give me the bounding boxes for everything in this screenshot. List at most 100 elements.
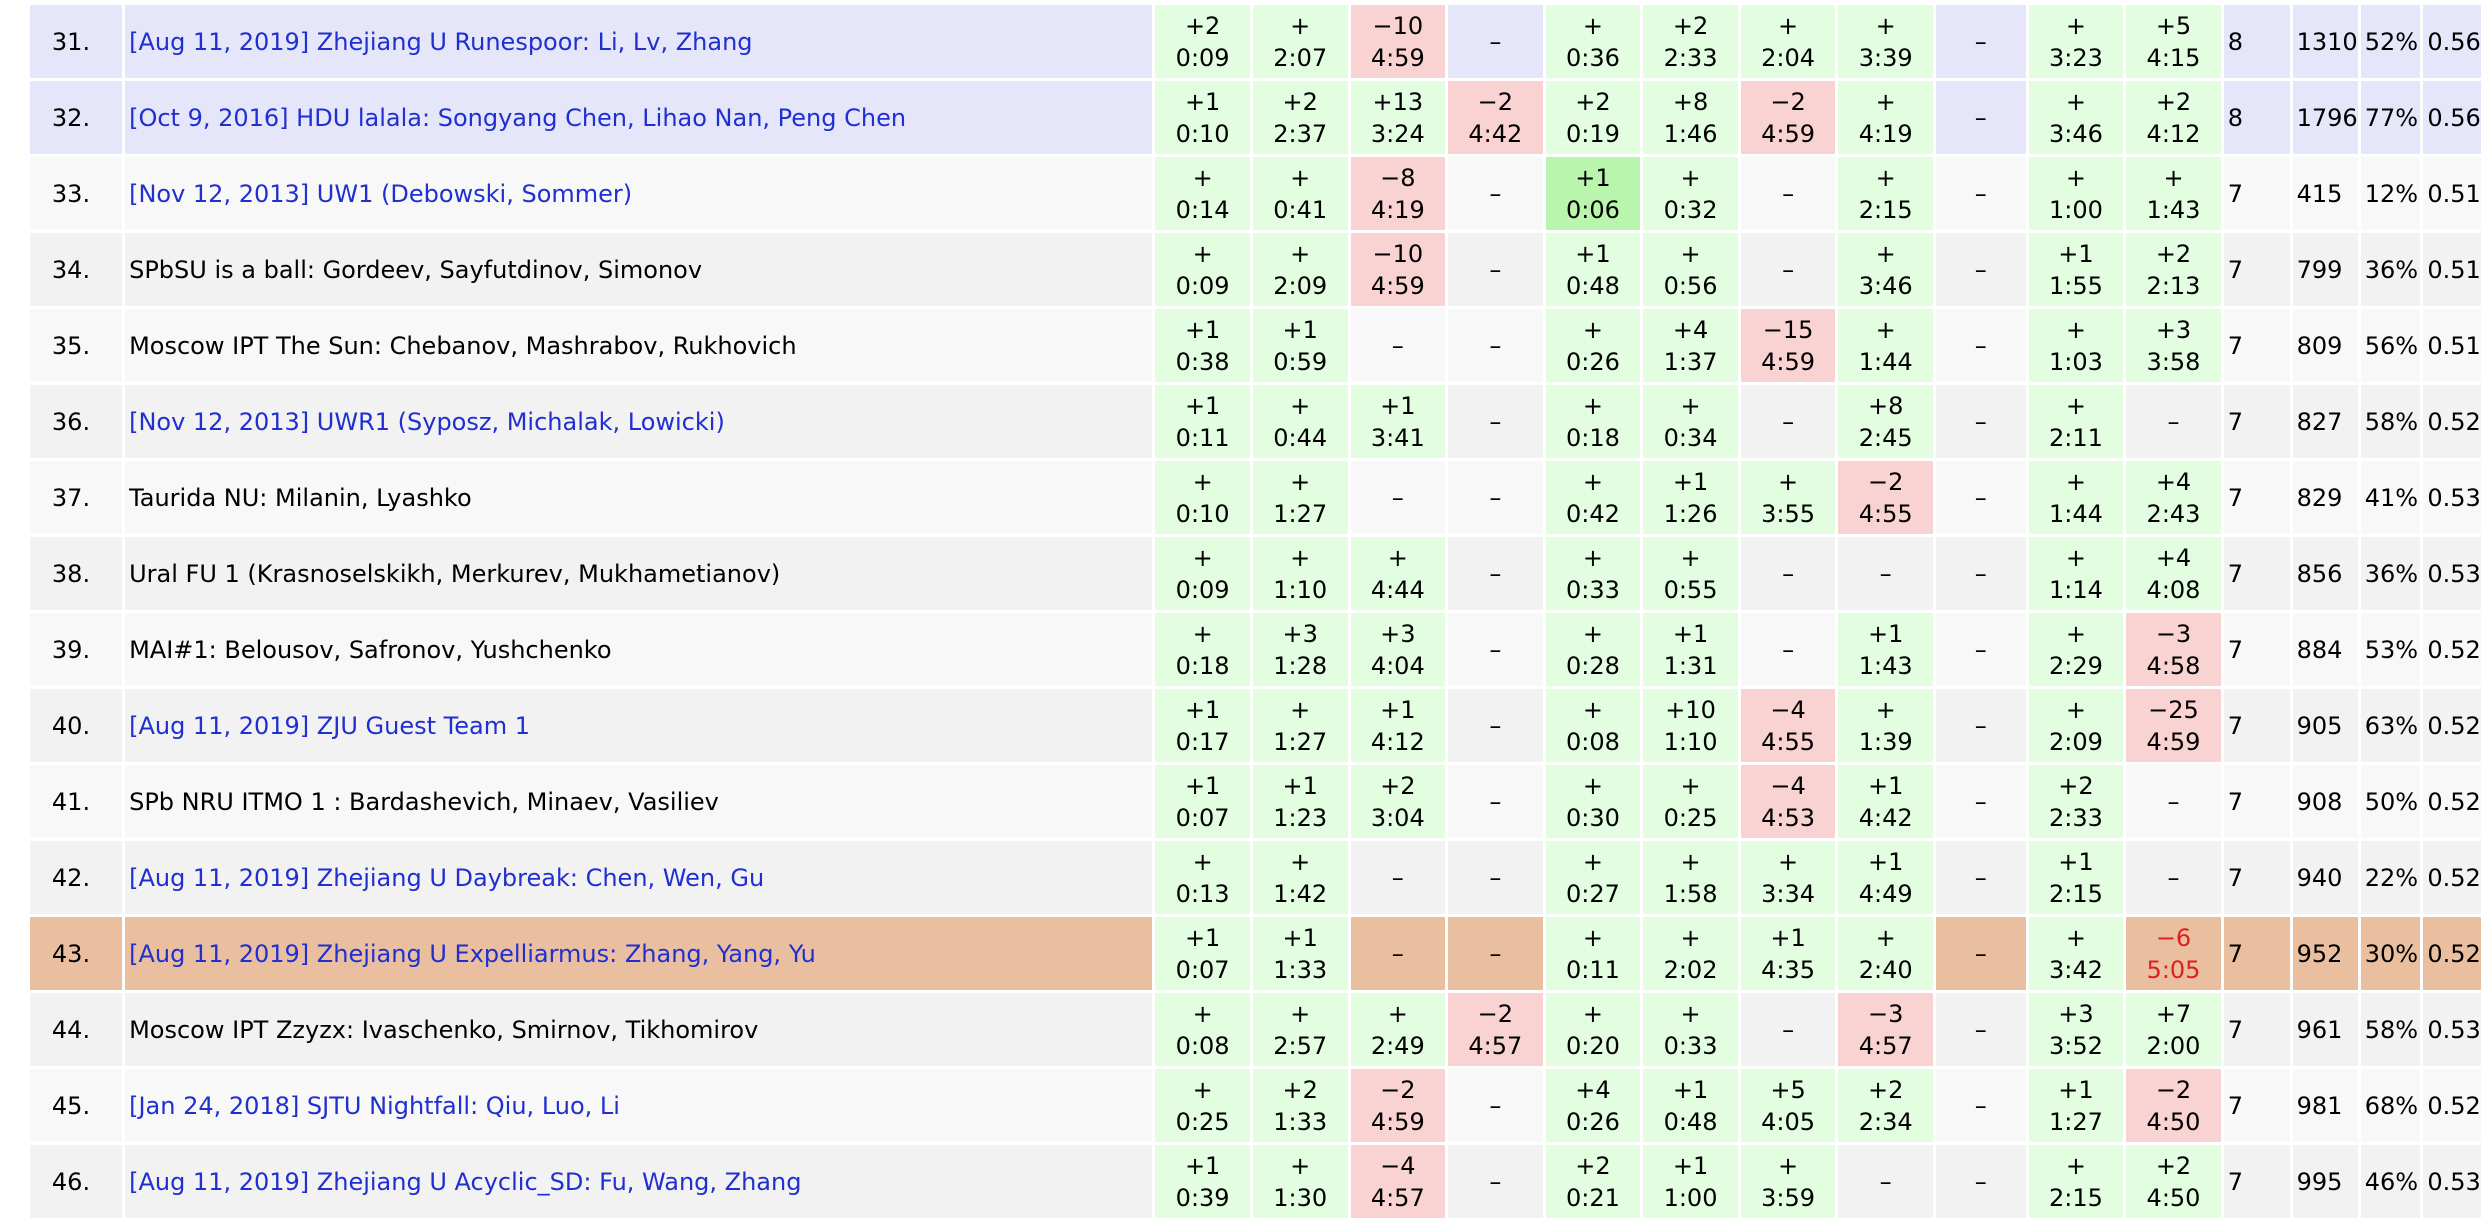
team-cell: [Aug 11, 2019] ZJU Guest Team 1 [125,689,1153,762]
problem-time: 1:33 [1273,955,1328,984]
problem-cell: +0:32 [1643,157,1738,230]
problem-attempts: +2 [2155,87,2192,116]
problem-cell: +3:39 [1838,5,1933,78]
problem-attempts: +1 [2058,239,2094,268]
problem-cell: −2 4:55 [1838,461,1933,534]
problem-attempts: +2 [1672,11,1709,40]
problem-cell: +1:03 [2028,309,2124,382]
solved-count: 7 [2223,461,2290,534]
problem-time: 4:12 [2146,119,2201,148]
problem-attempts: + [1680,847,1701,876]
team-name: Moscow IPT Zzyzx: Ivaschenko, Smirnov, T… [129,1015,759,1044]
ratio-value: 0.52 [2423,385,2481,458]
problem-cell: – [1448,841,1543,914]
problem-attempts: – [1974,27,1987,56]
problem-attempts: + [1192,847,1213,876]
problem-cell: +2 2:34 [1838,1069,1933,1142]
success-percent: 30% [2360,917,2421,990]
problem-time: 1:31 [1663,651,1718,680]
problem-attempts: – [1974,939,1987,968]
team-link[interactable]: [Jan 24, 2018] SJTU Nightfall: Qiu, Luo,… [129,1092,620,1120]
problem-attempts: + [2163,163,2184,192]
penalty-time: 829 [2292,461,2358,534]
problem-attempts: + [1875,923,1896,952]
team-link[interactable]: [Nov 12, 2013] UWR1 (Syposz, Michalak, L… [129,408,725,436]
problem-cell: +1:00 [2028,157,2124,230]
problem-attempts: + [2065,695,2086,724]
team-link[interactable]: [Oct 9, 2016] HDU lalala: Songyang Chen,… [129,104,906,132]
problem-attempts: + [1778,467,1799,496]
problem-attempts: – [1782,179,1795,208]
problem-cell: – [2126,385,2221,458]
team-link[interactable]: [Aug 11, 2019] Zhejiang U Daybreak: Chen… [129,864,764,892]
problem-cell: – [1935,81,2026,154]
problem-attempts: + [1680,239,1701,268]
problem-attempts: – [1489,255,1502,284]
standings-row: 41. SPb NRU ITMO 1 : Bardashevich, Minaev… [30,765,2481,838]
problem-attempts: +1 [1184,771,1221,800]
problem-cell: – [1448,309,1543,382]
team-link[interactable]: [Aug 11, 2019] Zhejiang U Runespoor: Li,… [129,28,752,56]
problem-attempts: – [1974,711,1987,740]
team-cell: SPbSU is a ball: Gordeev, Sayfutdinov, S… [125,233,1153,306]
problem-cell: – [1935,765,2026,838]
rank-cell: 41. [30,765,123,838]
problem-cell: – [1740,385,1836,458]
problem-cell: +1 4:35 [1740,917,1836,990]
problem-cell: +2:04 [1740,5,1836,78]
problem-attempts: +1 [1184,391,1221,420]
problem-time: 4:15 [2146,43,2201,72]
problem-attempts: +1 [1867,619,1904,648]
problem-cell: – [1935,461,2026,534]
problem-time: 0:08 [1565,727,1620,756]
problem-attempts: + [1680,999,1701,1028]
problem-cell: +1 1:27 [2028,1069,2124,1142]
problem-cell: +3:34 [1740,841,1836,914]
problem-time: 0:25 [1663,803,1718,832]
problem-cell: +1:27 [1252,689,1348,762]
problem-cell: −15 4:59 [1740,309,1836,382]
problem-attempts: +1 [1282,923,1318,952]
problem-cell: −10 4:59 [1350,5,1446,78]
problem-cell: +0:33 [1643,993,1738,1066]
problem-cell: +0:18 [1155,613,1250,686]
problem-attempts: – [1489,635,1502,664]
success-percent: 58% [2360,385,2421,458]
team-link[interactable]: [Aug 11, 2019] Zhejiang U Acyclic_SD: Fu… [129,1168,801,1196]
problem-attempts: + [1582,467,1603,496]
problem-attempts: +3 [2155,315,2192,344]
standings-row: 35. Moscow IPT The Sun: Chebanov, Mashrab… [30,309,2481,382]
problem-attempts: – [1974,863,1987,892]
standings-row: 33. [Nov 12, 2013] UW1 (Debowski, Sommer)… [30,157,2481,230]
problem-attempts: – [1489,1091,1502,1120]
team-link[interactable]: [Aug 11, 2019] ZJU Guest Team 1 [129,712,530,740]
problem-attempts: – [1782,635,1795,664]
standings-body: 31. [Aug 11, 2019] Zhejiang U Runespoor: … [30,5,2481,1218]
problem-cell: +8 2:45 [1838,385,1933,458]
success-percent: 68% [2360,1069,2421,1142]
problem-attempts: + [1290,999,1311,1028]
standings-row: 37. Taurida NU: Milanin, Lyashko +0:10 +1:2… [30,461,2481,534]
problem-attempts: – [1782,255,1795,284]
team-link[interactable]: [Aug 11, 2019] Zhejiang U Expelliarmus: … [129,940,816,968]
problem-cell: +1 0:38 [1155,309,1250,382]
problem-cell: +0:36 [1545,5,1641,78]
problem-time: 1:10 [1663,727,1718,756]
team-cell: Taurida NU: Milanin, Lyashko [125,461,1153,534]
problem-cell: – [1448,613,1543,686]
problem-cell: +0:34 [1643,385,1738,458]
problem-cell: +3:59 [1740,1145,1836,1218]
team-link[interactable]: [Nov 12, 2013] UW1 (Debowski, Sommer) [129,180,632,208]
problem-time: 2:15 [1858,195,1913,224]
problem-cell: +3 4:04 [1350,613,1446,686]
problem-cell: −10 4:59 [1350,233,1446,306]
problem-attempts: +1 [1184,1151,1221,1180]
problem-attempts: −2 [1867,467,1904,496]
problem-cell: +1 1:43 [1838,613,1933,686]
problem-time: 1:46 [1663,119,1718,148]
rank-cell: 35. [30,309,123,382]
problem-cell: +1:58 [1643,841,1738,914]
problem-cell: +3 3:52 [2028,993,2124,1066]
problem-cell: +1:43 [2126,157,2221,230]
problem-cell: – [1935,157,2026,230]
